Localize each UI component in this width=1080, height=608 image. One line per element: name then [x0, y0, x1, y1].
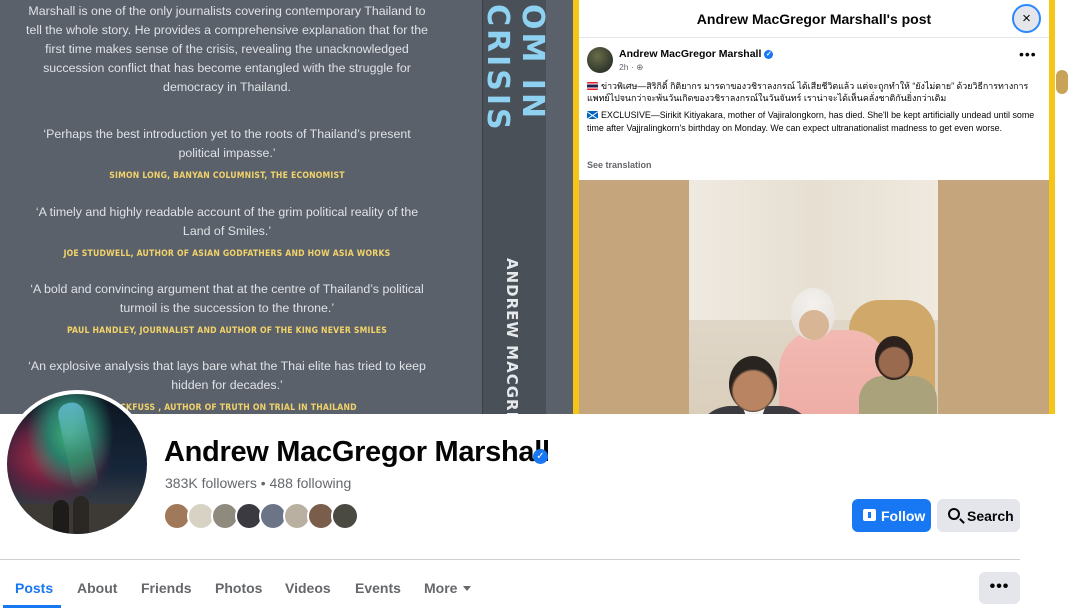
privacy-globe-icon: ⊕ [636, 62, 644, 72]
post-dialog: Andrew MacGregor Marshall's post × Andre… [579, 0, 1049, 480]
book-quote: ‘A bold and convincing argument that at … [22, 280, 432, 338]
tab-posts[interactable]: Posts [15, 580, 53, 596]
followers-avatar-row[interactable] [163, 502, 363, 532]
photo-elder-face [799, 310, 829, 340]
follow-button[interactable]: Follow [852, 499, 931, 532]
profile-more-options-button[interactable]: ••• [979, 572, 1020, 604]
profile-tabs: Posts About Friends Photos Videos Events… [0, 560, 1080, 608]
book-intro-text: Marshall is one of the only journalists … [26, 4, 428, 94]
profile-follow-stats[interactable]: 383K followers • 488 following [165, 475, 351, 491]
close-button[interactable]: × [1012, 4, 1041, 33]
profile-avatar[interactable] [3, 390, 151, 538]
scotland-flag-icon [587, 111, 598, 120]
tab-friends[interactable]: Friends [141, 580, 192, 596]
quote-text: ‘A bold and convincing argument that at … [30, 282, 424, 315]
book-quote: ‘Perhaps the best introduction yet to th… [22, 125, 432, 183]
post-text: ข่าวพิเศษ—สิริกิติ์ กิติยากร มารดาของวชิ… [587, 80, 1043, 139]
post-paragraph-thai: ข่าวพิเศษ—สิริกิติ์ กิติยากร มารดาของวชิ… [587, 80, 1043, 104]
book-spine-title: OM IN CRISIS [480, 4, 550, 133]
post-time[interactable]: 2h · [619, 62, 636, 72]
thailand-flag-icon [587, 82, 598, 90]
photo-man-head [729, 356, 777, 412]
see-translation-link[interactable]: See translation [587, 160, 652, 170]
tab-videos[interactable]: Videos [285, 580, 331, 596]
post-dialog-header: Andrew MacGregor Marshall's post × [579, 0, 1049, 38]
tab-more-label[interactable]: More [424, 580, 457, 596]
photo-woman-head [875, 336, 913, 380]
follow-icon [863, 509, 876, 521]
tab-more[interactable]: More [424, 580, 472, 596]
post-timestamp[interactable]: 2h · ⊕ [619, 62, 643, 73]
avatar-person [73, 496, 89, 534]
chevron-down-icon [463, 586, 472, 591]
post-thai-text: ข่าวพิเศษ—สิริกิติ์ กิติยากร มารดาของวชิ… [587, 81, 1029, 104]
avatar-person [53, 500, 69, 534]
quote-attribution: PAUL HANDLEY, JOURNALIST AND AUTHOR OF T… [66, 326, 388, 336]
post-body: Andrew MacGregor Marshall ✓ 2h · ⊕ ••• ข่… [579, 38, 1049, 180]
post-more-options-button[interactable]: ••• [1019, 46, 1037, 62]
quote-attribution: JOE STUDWELL, AUTHOR OF ASIAN GODFATHERS… [63, 249, 391, 259]
search-button[interactable]: Search [937, 499, 1020, 532]
quote-text: ‘Perhaps the best introduction yet to th… [43, 127, 411, 160]
more-options-icon: ••• [1019, 46, 1037, 62]
post-author-name[interactable]: Andrew MacGregor Marshall ✓ [619, 48, 774, 60]
book-cover-image: Marshall is one of the only journalists … [0, 0, 580, 414]
post-paragraph-english: EXCLUSIVE—Sirikit Kitiyakara, mother of … [587, 109, 1043, 133]
close-icon: × [1022, 10, 1031, 27]
post-author-avatar[interactable] [587, 47, 613, 73]
background-edge [1054, 64, 1080, 104]
book-spine-author: ANDREW MACGREG [503, 258, 521, 414]
aurora-streak [55, 400, 101, 494]
book-quote: ‘A timely and highly readable account of… [22, 203, 432, 261]
follower-avatar[interactable] [331, 502, 359, 530]
tab-photos[interactable]: Photos [215, 580, 262, 596]
quote-attribution: SIMON LONG, BANYAN COLUMNIST, THE ECONOM… [109, 171, 345, 181]
tab-events[interactable]: Events [355, 580, 401, 596]
post-dialog-title: Andrew MacGregor Marshall's post [696, 11, 932, 27]
follow-label: Follow [881, 508, 926, 524]
background-object [1056, 70, 1068, 94]
profile-name: Andrew MacGregor Marshall [164, 436, 550, 468]
search-label: Search [967, 508, 1014, 524]
verified-badge-icon[interactable]: ✓ [533, 449, 548, 464]
more-options-icon: ••• [989, 578, 1010, 595]
post-author-label[interactable]: Andrew MacGregor Marshall [619, 48, 761, 60]
verified-icon: ✓ [764, 50, 774, 59]
quote-text: ‘A timely and highly readable account of… [35, 205, 419, 238]
post-english-text: EXCLUSIVE—Sirikit Kitiyakara, mother of … [587, 110, 1035, 133]
search-icon [948, 508, 960, 520]
tab-about[interactable]: About [77, 580, 117, 596]
